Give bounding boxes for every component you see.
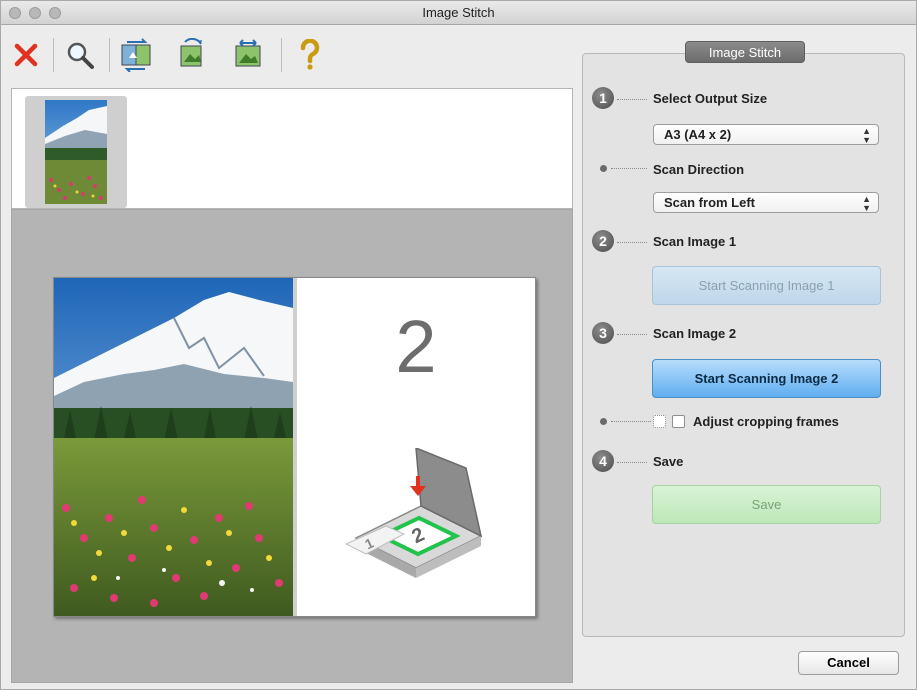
adjust-cropping-frames-label: Adjust cropping frames: [693, 414, 839, 429]
sub-step-dot: [600, 165, 607, 172]
rotate-image-icon: [180, 38, 202, 67]
select-arrows-icon: ▲ ▼: [862, 194, 871, 213]
cancel-button[interactable]: Cancel: [798, 651, 899, 675]
image-stitch-window: Image Stitch 2 2 1 Image Stitch 1 Select…: [0, 0, 917, 690]
stitch-canvas: 2 2 1: [53, 277, 536, 617]
step-connector: [617, 462, 647, 463]
scan-image-1-label: Scan Image 1: [653, 234, 737, 249]
output-size-value: A3 (A4 x 2): [664, 127, 732, 142]
select-arrows-icon: ▲ ▼: [862, 126, 871, 145]
panel-title: Image Stitch: [685, 41, 805, 63]
start-scanning-image-2-button[interactable]: Start Scanning Image 2: [652, 359, 881, 398]
scan-direction-value: Scan from Left: [664, 195, 756, 210]
step-connector: [611, 168, 647, 169]
image-stitch-panel: Image Stitch 1 Select Output Size A3 (A4…: [582, 41, 905, 637]
help-icon: [300, 39, 320, 70]
rotate-image-button[interactable]: [173, 36, 211, 74]
scan-direction-label: Scan Direction: [653, 162, 745, 177]
crop-frame-icon: [653, 415, 666, 428]
step-3-badge: 3: [592, 322, 614, 344]
scan-image-2-placeholder-number: 2: [395, 305, 437, 388]
step-connector: [617, 99, 647, 100]
zoom-button[interactable]: [61, 36, 99, 74]
scanned-image-thumbnail: [45, 100, 107, 204]
step-connector: [617, 334, 647, 335]
step-connector: [617, 242, 647, 243]
toolbar-separator: [53, 38, 54, 72]
scanned-image-1: [54, 278, 293, 616]
save-button[interactable]: Save: [652, 485, 881, 524]
toolbar-separator: [109, 38, 110, 72]
zoom-icon: [67, 42, 94, 69]
thumbnail-item[interactable]: [25, 96, 127, 208]
preview-area: 2 2 1: [11, 209, 573, 683]
sub-step-dot: [600, 418, 607, 425]
scan-image-2-label: Scan Image 2: [653, 326, 737, 341]
toolbar: [1, 26, 581, 84]
title-bar: Image Stitch: [1, 1, 916, 25]
step-2-badge: 2: [592, 230, 614, 252]
toolbar-separator: [281, 38, 282, 72]
step-4-badge: 4: [592, 450, 614, 472]
scan-direction-select[interactable]: Scan from Left ▲ ▼: [653, 192, 879, 213]
window-title: Image Stitch: [422, 5, 495, 20]
swap-images-button[interactable]: [117, 36, 155, 74]
help-button[interactable]: [291, 36, 329, 74]
select-output-size-label: Select Output Size: [653, 91, 768, 106]
adjust-cropping-frames-checkbox[interactable]: [672, 415, 685, 428]
close-x-icon: [14, 43, 38, 67]
save-step-label: Save: [653, 454, 684, 469]
output-size-select[interactable]: A3 (A4 x 2) ▲ ▼: [653, 124, 879, 145]
adjust-image-icon: [235, 39, 261, 67]
scanner-icon: 2 1: [344, 446, 486, 578]
remove-image-button[interactable]: [7, 36, 45, 74]
thumbnail-strip: [11, 88, 573, 209]
step-connector: [611, 421, 651, 422]
step-1-badge: 1: [592, 87, 614, 109]
swap-images-icon: [121, 38, 151, 72]
start-scanning-image-1-button[interactable]: Start Scanning Image 1: [652, 266, 881, 305]
adjust-image-button[interactable]: [229, 36, 267, 74]
